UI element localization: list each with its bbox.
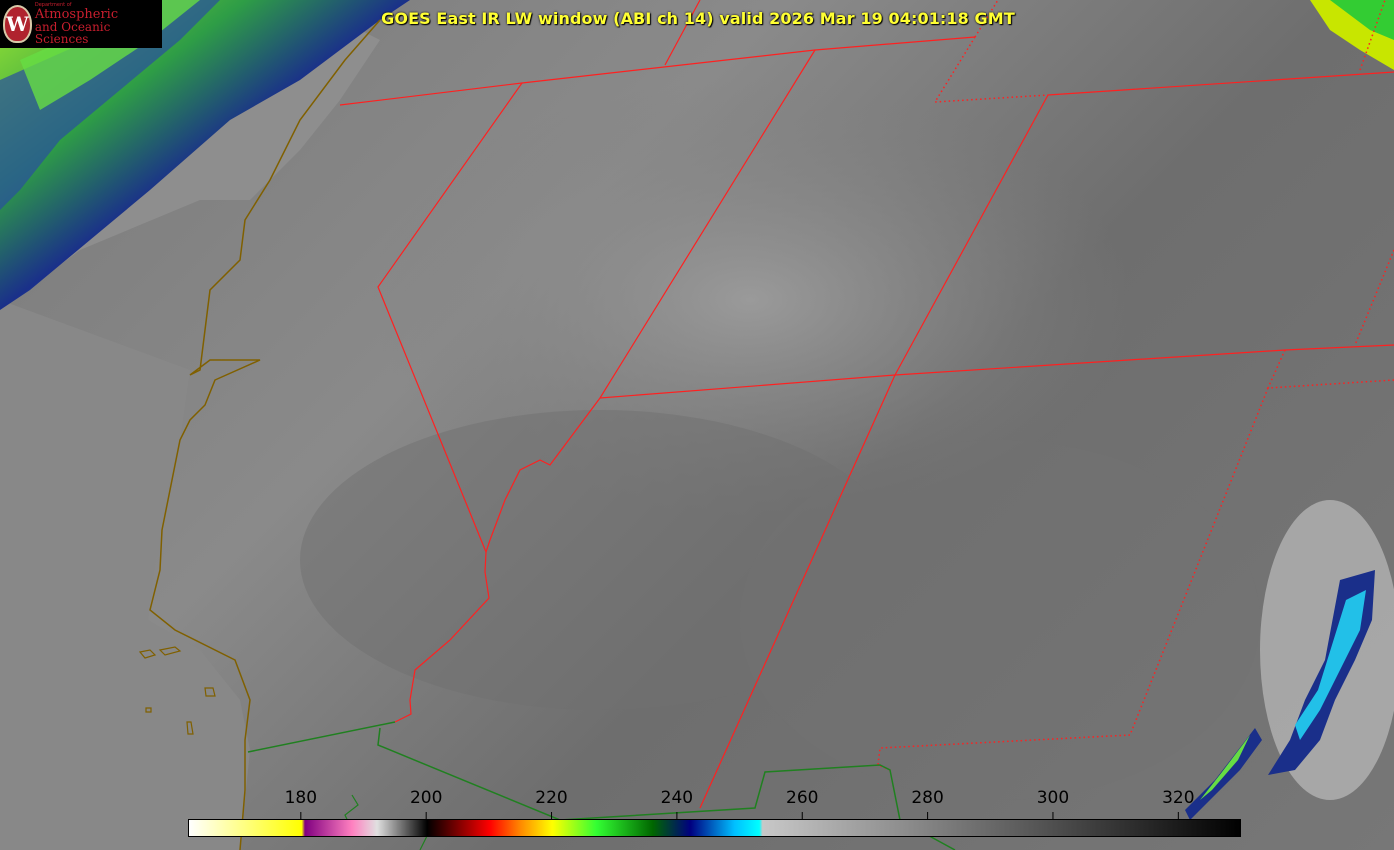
- warm-land-patch: [740, 440, 1260, 800]
- ocean-region: [0, 300, 250, 850]
- colorbar-tick-label: 260: [786, 788, 819, 808]
- satellite-image-frame: W Department of Atmospheric and Oceanic …: [0, 0, 1394, 850]
- colorbar-tick-label: 240: [660, 788, 694, 808]
- colorbar-tick-label: 220: [535, 788, 568, 808]
- colorbar-tick-label: 280: [911, 788, 944, 808]
- colorbar-ticks: [300, 812, 1179, 819]
- map-canvas: [0, 0, 1394, 850]
- colorbar-tick-label: 180: [284, 788, 318, 808]
- colorbar-tick-label: 200: [409, 788, 443, 808]
- colorbar: [188, 819, 1241, 837]
- image-title-text: GOES East IR LW window (ABI ch 14) valid…: [381, 9, 1015, 28]
- image-title: GOES East IR LW window (ABI ch 14) valid…: [0, 9, 1394, 28]
- colorbar-fill: [189, 820, 1240, 836]
- colorbar-tick-label: 300: [1036, 788, 1070, 808]
- colorbar-tick-label: 320: [1162, 788, 1195, 808]
